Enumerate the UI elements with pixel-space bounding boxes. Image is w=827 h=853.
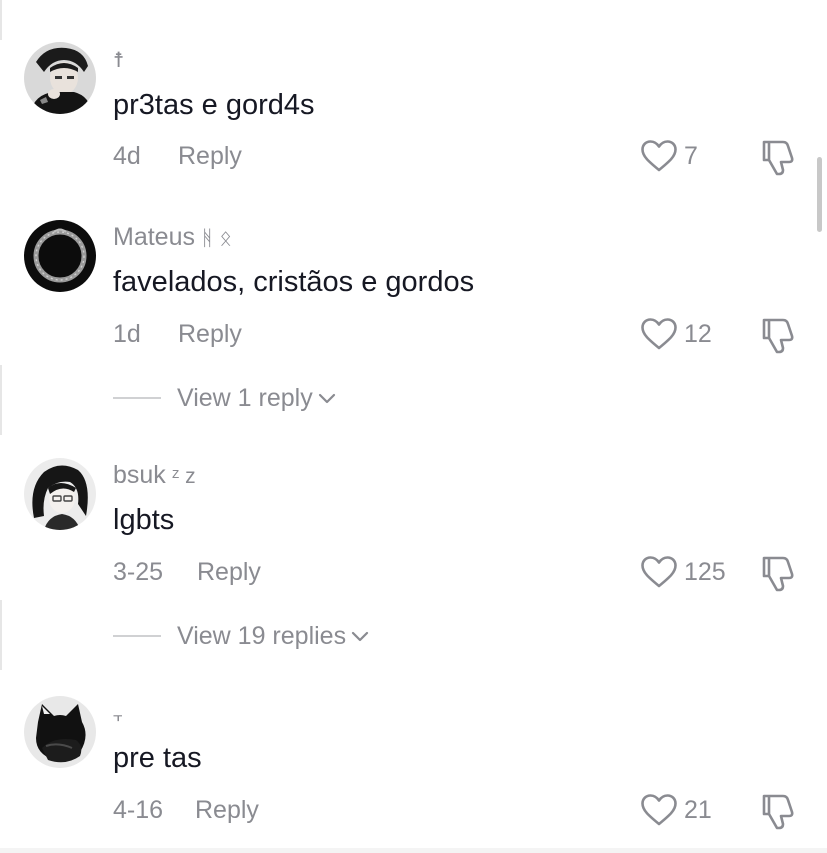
comment-username[interactable]: ⫟ (113, 698, 123, 732)
dislike-button[interactable] (759, 790, 801, 830)
comment-date: 4-16 (113, 796, 164, 824)
comment-item: ⫟ pre tas 4-16 Reply 21 (0, 0, 827, 848)
comments-panel: ☨ pr3tas e gord4s 4d Reply 7 Mateus ᚻ ᛟ … (0, 0, 827, 853)
like-count: 21 (684, 796, 712, 824)
comment-text: pre tas (113, 742, 202, 774)
reply-button[interactable]: Reply (195, 795, 259, 825)
thumbs-down-icon (762, 794, 794, 830)
heart-icon (641, 794, 677, 826)
like-button[interactable]: 21 (640, 790, 712, 830)
avatar[interactable] (24, 696, 96, 768)
black-cat-icon (24, 696, 96, 768)
bottom-divider (0, 848, 827, 853)
username-decoration: ⫟ (113, 708, 123, 725)
